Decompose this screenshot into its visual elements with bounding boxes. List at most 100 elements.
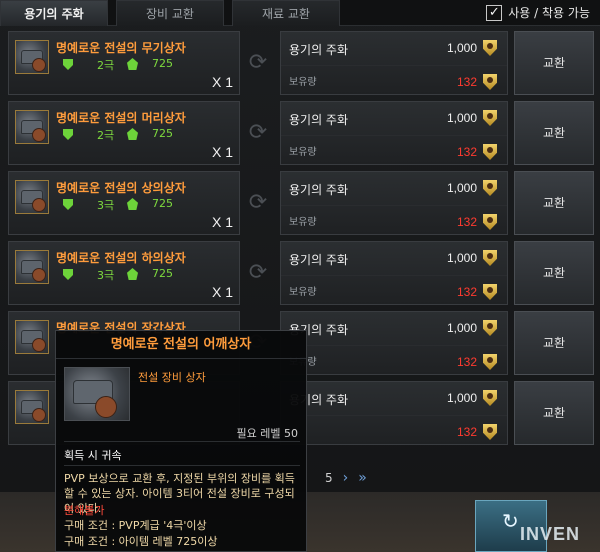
item-name: 명예로운 전설의 하의상자	[56, 251, 186, 265]
pvp-rank-icon	[63, 59, 73, 70]
cost-amount: 1,000	[446, 391, 477, 405]
swap-icon: ⟳	[248, 50, 268, 75]
exchange-button[interactable]: 교환	[514, 311, 594, 375]
reward-item[interactable]: 명예로운 전설의 하의상자 3극 725 X 1	[8, 241, 240, 305]
courage-coin-icon	[483, 214, 497, 230]
reward-item[interactable]: 명예로운 전설의 상의상자 3극 725 X 1	[8, 171, 240, 235]
owned-label: 보유량	[289, 147, 317, 158]
reward-item[interactable]: 명예로운 전설의 무기상자 2극 725 X 1	[8, 31, 240, 95]
courage-coin-icon	[483, 74, 497, 90]
item-level-icon	[127, 198, 138, 210]
exchange-button[interactable]: 교환	[514, 101, 594, 165]
tooltip-title: 명예로운 전설의 어깨상자	[56, 331, 306, 359]
pvp-rank-icon	[63, 129, 73, 140]
next-page-icon[interactable]: ›	[343, 470, 349, 486]
usable-checkbox[interactable]: ✓	[486, 5, 503, 21]
cost-panel: 용기의 주화 1,000 보유량 132	[280, 101, 508, 165]
page-number[interactable]: 5	[325, 471, 333, 486]
exchange-button[interactable]: 교환	[514, 381, 594, 445]
owned-amount: 132	[456, 285, 477, 299]
reward-item[interactable]: 명예로운 전설의 머리상자 2극 725 X 1	[8, 101, 240, 165]
cost-panel: 용기의 주화 1,000 보유량 132	[280, 171, 508, 235]
equipment-box-icon	[15, 250, 49, 284]
courage-coin-icon	[483, 144, 497, 160]
item-quantity: X 1	[211, 284, 233, 300]
courage-coin-icon	[483, 180, 497, 196]
pvp-rank: 3극	[97, 269, 115, 282]
item-level-icon	[127, 58, 138, 70]
tooltip-requirement: 구매 조건 : PVP계급 '4극'이상	[64, 519, 207, 532]
owned-amount: 132	[456, 425, 477, 439]
currency-name: 용기의 주화	[289, 113, 349, 127]
last-page-icon[interactable]: »	[358, 470, 367, 486]
cost-panel: 용기의 주화 1,000 보유량 132	[280, 31, 508, 95]
item-name: 명예로운 전설의 머리상자	[56, 111, 186, 125]
item-quantity: X 1	[211, 74, 233, 90]
usable-filter[interactable]: ✓ 사용 / 착용 가능	[486, 4, 590, 22]
cost-amount: 1,000	[446, 251, 477, 265]
courage-coin-icon	[483, 284, 497, 300]
item-level: 725	[152, 267, 173, 280]
item-level: 725	[152, 127, 173, 140]
courage-coin-icon	[483, 390, 497, 406]
cost-amount: 1,000	[446, 41, 477, 55]
tab-material-exchange[interactable]: 재료 교환	[232, 0, 340, 26]
tooltip-no-disassemble: 분해불가	[64, 504, 105, 517]
exchange-row: 명예로운 전설의 상의상자 3극 725 X 1 ⟳ 용기의 주화 1,000 …	[8, 171, 594, 235]
swap-icon: ⟳	[248, 260, 268, 285]
pvp-rank: 2극	[97, 59, 115, 72]
tooltip-divider	[64, 441, 300, 442]
exchange-row: 명예로운 전설의 머리상자 2극 725 X 1 ⟳ 용기의 주화 1,000 …	[8, 101, 594, 165]
cost-panel: 용기의 주화 1,000 보유량 132	[280, 311, 508, 375]
currency-name: 용기의 주화	[289, 253, 349, 267]
item-name: 명예로운 전설의 무기상자	[56, 41, 186, 55]
exchange-button[interactable]: 교환	[514, 31, 594, 95]
tooltip-item-type: 전설 장비 상자	[138, 371, 206, 384]
equipment-box-icon	[15, 390, 49, 424]
item-level-icon	[127, 268, 138, 280]
owned-label: 보유량	[289, 77, 317, 88]
pvp-rank-icon	[63, 269, 73, 280]
tab-bar: 용기의 주화 장비 교환 재료 교환 ✓ 사용 / 착용 가능	[0, 0, 600, 26]
refresh-icon: ↻	[502, 509, 519, 533]
equipment-box-icon	[15, 40, 49, 74]
cost-panel: 용기의 주화 1,000 보유량 132	[280, 241, 508, 305]
equipment-box-icon	[64, 367, 130, 421]
owned-amount: 132	[456, 215, 477, 229]
owned-amount: 132	[456, 355, 477, 369]
pvp-rank: 2극	[97, 129, 115, 142]
inven-watermark: INVEN	[520, 524, 581, 544]
courage-coin-icon	[483, 110, 497, 126]
exchange-row: 명예로운 전설의 무기상자 2극 725 X 1 ⟳ 용기의 주화 1,000 …	[8, 31, 594, 95]
owned-label: 보유량	[289, 287, 317, 298]
exchange-button[interactable]: 교환	[514, 171, 594, 235]
item-level-icon	[127, 128, 138, 140]
courage-coin-icon	[483, 320, 497, 336]
cost-amount: 1,000	[446, 111, 477, 125]
pvp-rank: 3극	[97, 199, 115, 212]
item-level: 725	[152, 197, 173, 210]
owned-amount: 132	[456, 145, 477, 159]
owned-label: 보유량	[289, 217, 317, 228]
item-level: 725	[152, 57, 173, 70]
pvp-rank-icon	[63, 199, 73, 210]
cost-amount: 1,000	[446, 321, 477, 335]
owned-amount: 132	[456, 75, 477, 89]
currency-name: 용기의 주화	[289, 43, 349, 57]
swap-icon: ⟳	[248, 120, 268, 145]
courage-coin-icon	[483, 250, 497, 266]
item-tooltip: 명예로운 전설의 어깨상자 전설 장비 상자 필요 레벨 50 획득 시 귀속 …	[55, 330, 307, 552]
exchange-window: 용기의 주화 장비 교환 재료 교환 ✓ 사용 / 착용 가능 명예로운 전설의…	[0, 0, 600, 552]
tooltip-required-level: 필요 레벨 50	[236, 427, 298, 440]
tab-equipment-exchange[interactable]: 장비 교환	[116, 0, 224, 26]
equipment-box-icon	[15, 180, 49, 214]
equipment-box-icon	[15, 110, 49, 144]
exchange-button[interactable]: 교환	[514, 241, 594, 305]
swap-icon: ⟳	[248, 190, 268, 215]
cost-amount: 1,000	[446, 181, 477, 195]
item-quantity: X 1	[211, 214, 233, 230]
cost-panel: 용기의 주화 1,000 132	[280, 381, 508, 445]
tab-coin-of-courage[interactable]: 용기의 주화	[0, 0, 108, 26]
pagination: 5 › »	[325, 470, 367, 486]
exchange-row: 명예로운 전설의 하의상자 3극 725 X 1 ⟳ 용기의 주화 1,000 …	[8, 241, 594, 305]
